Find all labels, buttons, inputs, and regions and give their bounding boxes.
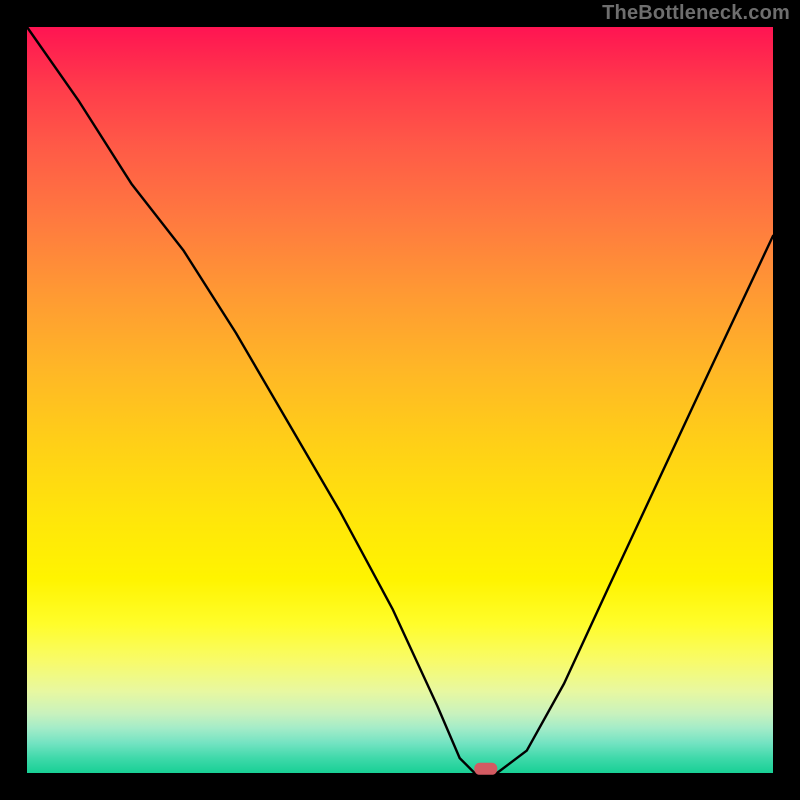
bottleneck-curve <box>27 27 773 773</box>
watermark-text: TheBottleneck.com <box>602 2 790 25</box>
chart-overlay <box>27 27 773 773</box>
chart-stage: TheBottleneck.com <box>0 0 800 800</box>
optimal-point-marker <box>475 763 497 774</box>
